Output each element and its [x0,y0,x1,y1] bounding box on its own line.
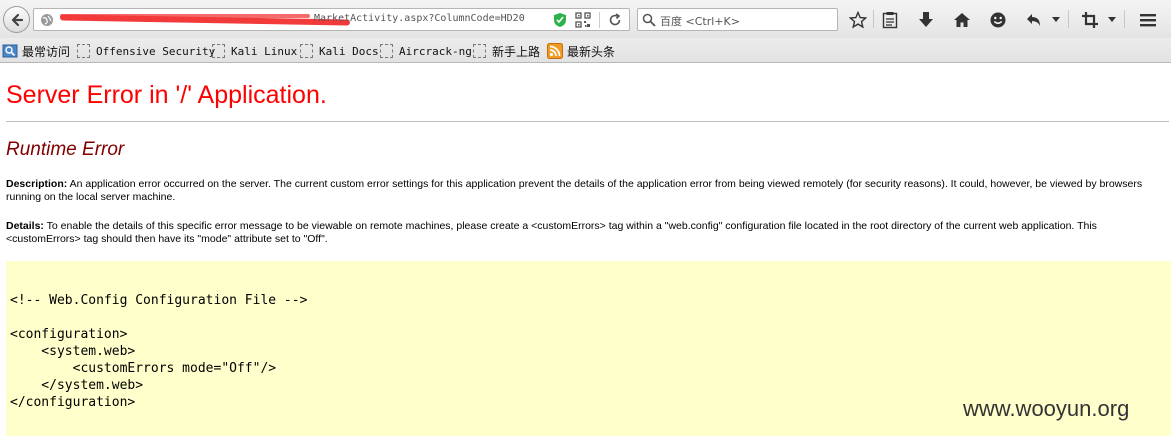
toolbar-divider [1068,10,1069,28]
search-icon [642,13,656,27]
bookmark-label: 最新头条 [567,44,616,59]
toolbar-divider [873,10,874,28]
bookmark-kali-linux[interactable]: Kali Linux [212,42,297,60]
reload-icon[interactable] [607,12,623,28]
bookmark-label: Aircrack-ng [399,44,472,58]
main-menu-button[interactable] [1138,10,1158,30]
watermark: www.wooyun.org [963,396,1130,421]
dropdown-arrow-icon [1108,17,1116,22]
back-arrow-icon [11,13,23,26]
crop-icon [1082,12,1098,28]
error-subtitle: Runtime Error [6,139,125,160]
toolbar-divider [1124,10,1125,28]
search-bar[interactable]: 百度 <Ctrl+K> [637,8,838,31]
emoji-button[interactable] [988,10,1008,30]
bookmark-label: 新手上路 [492,44,541,59]
page-icon [212,44,225,58]
description-label: Description: [6,178,68,190]
home-button[interactable] [952,10,972,30]
rss-feed-icon [547,43,563,59]
page-icon [300,44,313,58]
bookmark-offensive-security[interactable]: Offensive Security [77,42,215,60]
bookmark-aircrack-ng[interactable]: Aircrack-ng [380,42,472,60]
browser-toolbar: MarketActivity.aspx?ColumnCode=HD20 百度 <… [0,0,1171,38]
undo-arrow-icon [1027,14,1040,26]
details-label: Details: [6,220,44,232]
config-code: <!-- Web.Config Configuration File --> <… [10,293,308,410]
url-text: MarketActivity.aspx?ColumnCode=HD20 [314,13,525,24]
undo-dropdown-button[interactable] [1050,10,1062,30]
search-input[interactable]: 百度 <Ctrl+K> [660,13,740,29]
downloads-button[interactable] [916,10,936,30]
clipboard-icon [882,12,898,29]
smiley-icon [990,12,1006,28]
page-title: Server Error in '/' Application. [6,81,327,109]
star-icon [849,11,867,29]
screenshot-crop-button[interactable] [1080,10,1100,30]
bookmark-newbie-guide[interactable]: 新手上路 [473,42,540,60]
bookmark-most-visited[interactable]: 最常访问 [2,42,70,60]
url-bar[interactable]: MarketActivity.aspx?ColumnCode=HD20 [33,8,630,31]
bookmark-label: Kali Linux [231,44,298,58]
bookmark-kali-docs[interactable]: Kali Docs [300,42,379,60]
bookmark-label: 最常访问 [22,44,71,59]
back-button[interactable] [3,6,30,33]
page-icon [77,44,90,58]
qr-code-icon[interactable] [575,12,591,28]
dropdown-arrow-icon [1052,17,1060,22]
horizontal-rule [6,121,1169,122]
page-content: Server Error in '/' Application. Runtime… [0,64,1171,436]
details-paragraph: Details: To enable the details of this s… [6,220,1168,246]
url-bar-divider [599,12,600,28]
description-text: An application error occurred on the ser… [6,178,1143,203]
crop-dropdown-button[interactable] [1106,10,1118,30]
bookmarks-menu-button[interactable] [880,10,900,30]
shield-icon[interactable] [553,12,567,28]
page-icon [380,44,393,58]
undo-close-tab-button[interactable] [1024,10,1044,30]
home-icon [954,13,970,27]
download-arrow-icon [919,12,933,27]
hamburger-menu-icon [1140,14,1156,27]
bookmark-folder-icon [2,44,18,58]
details-text: To enable the details of this specific e… [6,220,1097,245]
globe-icon [41,14,53,26]
bookmark-label: Kali Docs [319,44,379,58]
description-paragraph: Description: An application error occurr… [6,178,1168,204]
page-icon [473,44,486,58]
bookmark-latest-headlines[interactable]: 最新头条 [547,42,615,60]
bookmark-label: Offensive Security [96,44,216,58]
bookmark-star-button[interactable] [848,10,868,30]
bookmarks-toolbar: 最常访问 Offensive Security Kali Linux Kali … [0,38,1171,63]
